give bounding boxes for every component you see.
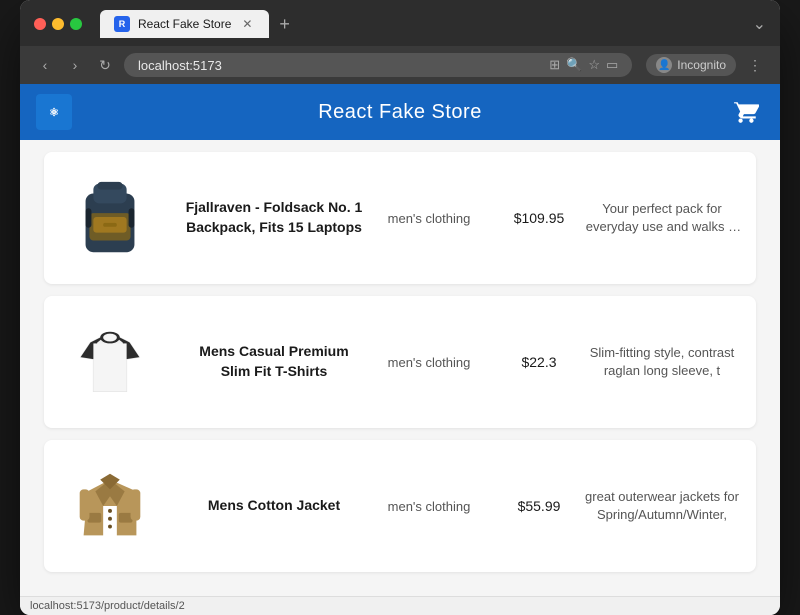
- refresh-button[interactable]: ↻: [94, 57, 116, 74]
- product-category: men's clothing: [364, 355, 494, 370]
- table-row[interactable]: Mens Casual Premium Slim Fit T-Shirts me…: [44, 296, 756, 428]
- menu-button[interactable]: ⋮: [744, 57, 766, 74]
- product-price: $109.95: [494, 210, 584, 226]
- product-description: Slim-fitting style, contrast raglan long…: [584, 344, 740, 380]
- grid-icon[interactable]: ⊞: [549, 57, 560, 73]
- product-description: great outerwear jackets for Spring/Autum…: [584, 488, 740, 524]
- favicon-letter: R: [119, 19, 126, 29]
- table-row[interactable]: Fjallraven - Foldsack No. 1 Backpack, Fi…: [44, 152, 756, 284]
- product-name: Mens Casual Premium Slim Fit T-Shirts: [184, 342, 364, 381]
- app-header: ⚛ React Fake Store: [20, 84, 780, 140]
- tab-close-button[interactable]: ✕: [239, 17, 255, 31]
- product-category: men's clothing: [364, 211, 494, 226]
- product-name: Fjallraven - Foldsack No. 1 Backpack, Fi…: [184, 198, 364, 237]
- cart-icon: [733, 99, 759, 125]
- active-tab[interactable]: R React Fake Store ✕: [100, 10, 269, 38]
- tab-title: React Fake Store: [138, 17, 231, 31]
- incognito-label: Incognito: [677, 58, 726, 72]
- incognito-icon: 👤: [656, 57, 672, 73]
- search-icon[interactable]: 🔍: [566, 57, 582, 73]
- maximize-button[interactable]: [70, 18, 82, 30]
- product-name: Mens Cotton Jacket: [184, 496, 364, 516]
- incognito-badge[interactable]: 👤 Incognito: [646, 54, 736, 76]
- product-image: [66, 174, 154, 262]
- tab-bar: R React Fake Store ✕ +: [100, 10, 743, 38]
- product-price: $22.3: [494, 354, 584, 370]
- browser-window: R React Fake Store ✕ + ⌄ ‹ › ↻ localhost…: [20, 0, 780, 615]
- product-image: [66, 462, 154, 550]
- address-icons: ⊞ 🔍 ☆ ▭: [549, 57, 618, 73]
- app-content: ⚛ React Fake Store: [20, 84, 780, 596]
- browser-titlebar: R React Fake Store ✕ + ⌄: [20, 0, 780, 46]
- browser-more-button[interactable]: ⌄: [753, 14, 766, 34]
- status-url: localhost:5173/product/details/2: [30, 600, 185, 612]
- product-price: $55.99: [494, 498, 584, 514]
- product-image-wrap: [60, 456, 160, 556]
- browser-actions: 👤 Incognito ⋮: [646, 54, 766, 76]
- address-bar-row: ‹ › ↻ localhost:5173 ⊞ 🔍 ☆ ▭ 👤 Incognito…: [20, 46, 780, 84]
- app-title: React Fake Store: [72, 101, 728, 124]
- sidebar-icon[interactable]: ▭: [606, 57, 618, 73]
- product-image: [66, 318, 154, 406]
- close-button[interactable]: [34, 18, 46, 30]
- product-description: Your perfect pack for everyday use and w…: [584, 200, 740, 236]
- new-tab-button[interactable]: +: [273, 15, 296, 33]
- traffic-lights: [34, 18, 82, 30]
- tab-favicon: R: [114, 16, 130, 32]
- address-text: localhost:5173: [138, 58, 222, 73]
- cart-button[interactable]: [728, 94, 764, 130]
- table-row[interactable]: Mens Cotton Jacket men's clothing $55.99…: [44, 440, 756, 572]
- forward-button[interactable]: ›: [64, 57, 86, 73]
- back-button[interactable]: ‹: [34, 57, 56, 73]
- bookmark-icon[interactable]: ☆: [588, 57, 600, 73]
- app-logo: ⚛: [36, 94, 72, 130]
- logo-text: ⚛: [49, 106, 59, 119]
- address-bar[interactable]: localhost:5173 ⊞ 🔍 ☆ ▭: [124, 53, 632, 77]
- product-category: men's clothing: [364, 499, 494, 514]
- product-image-wrap: [60, 312, 160, 412]
- minimize-button[interactable]: [52, 18, 64, 30]
- product-list: Fjallraven - Foldsack No. 1 Backpack, Fi…: [20, 140, 780, 596]
- product-image-wrap: [60, 168, 160, 268]
